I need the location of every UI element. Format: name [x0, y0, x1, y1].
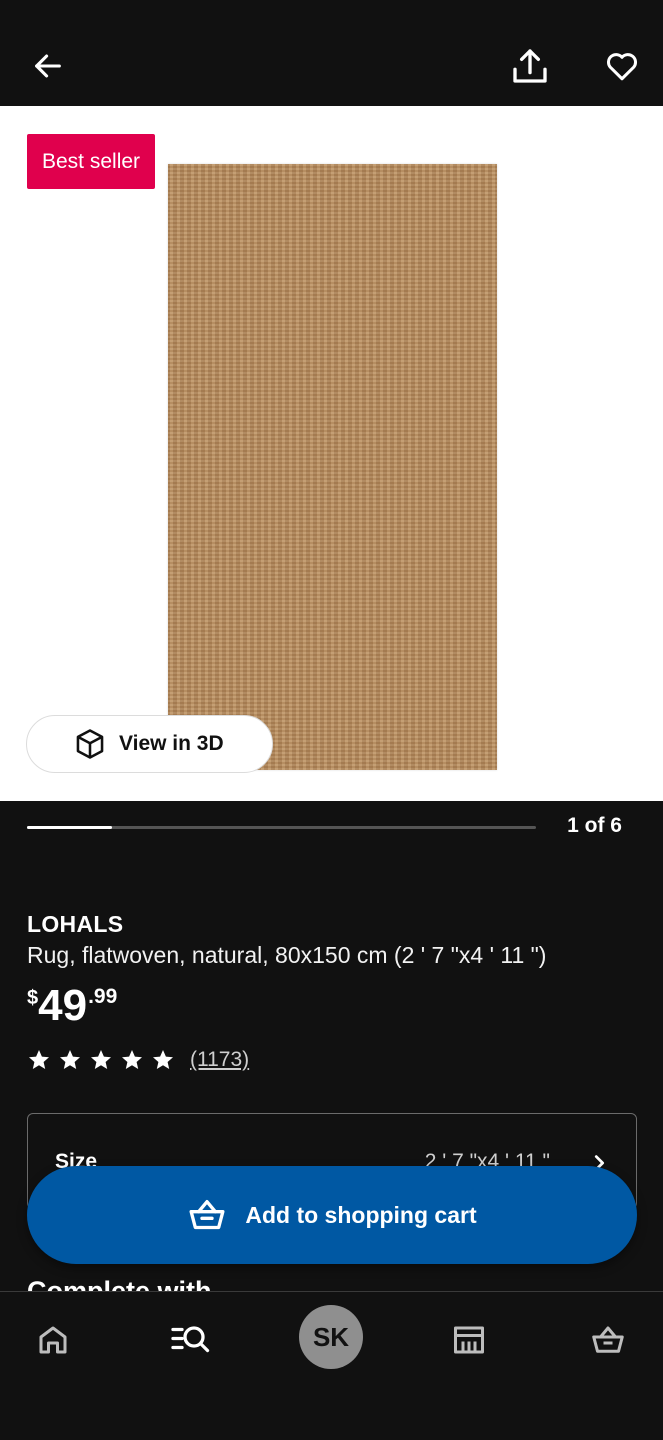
best-seller-badge: Best seller [27, 134, 156, 189]
nav-search[interactable] [161, 1310, 221, 1370]
nav-basket[interactable] [578, 1310, 638, 1370]
gallery-counter: 1 of 6 [567, 814, 622, 837]
price-decimal: .99 [88, 985, 118, 1008]
basket-icon [592, 1326, 624, 1353]
price-integer: 49 [38, 981, 88, 1030]
heart-outline-icon [607, 53, 637, 81]
add-to-cart-label: Add to shopping cart [245, 1201, 477, 1228]
star-icon [153, 1050, 173, 1069]
product-image-gallery[interactable]: Best seller View in 3D [0, 106, 663, 801]
star-icon [91, 1050, 111, 1069]
price-currency: $ [27, 987, 39, 1009]
share-button[interactable] [508, 44, 552, 88]
nav-store[interactable] [439, 1310, 499, 1370]
star-icon [60, 1050, 80, 1069]
store-icon [454, 1326, 484, 1354]
add-to-cart-button[interactable]: Add to shopping cart [27, 1166, 637, 1264]
search-list-icon [171, 1326, 210, 1353]
product-name: LOHALS [27, 911, 124, 937]
view-in-3d-label: View in 3D [119, 732, 224, 755]
product-description: Rug, flatwoven, natural, 80x150 cm (2 ' … [27, 942, 547, 968]
rating-stars [27, 1048, 175, 1072]
top-bar [0, 0, 663, 106]
gallery-progress-bar [27, 826, 536, 829]
star-icon [29, 1050, 49, 1069]
view-in-3d-button[interactable]: View in 3D [26, 715, 273, 773]
nav-home[interactable] [23, 1310, 83, 1370]
share-upload-icon [513, 49, 547, 83]
home-icon [39, 1326, 67, 1354]
arrow-left-icon [35, 54, 61, 78]
bottom-navigation: SK [0, 1291, 663, 1440]
star-icon [122, 1050, 142, 1069]
shopping-basket-icon [189, 1200, 225, 1230]
nav-profile-avatar[interactable]: SK [299, 1305, 363, 1369]
review-count-link[interactable]: (1173) [190, 1048, 249, 1072]
gallery-progress-fill [27, 826, 112, 829]
back-button[interactable] [26, 44, 70, 88]
product-rating[interactable]: (1173) [27, 1048, 249, 1072]
favourite-button[interactable] [600, 44, 644, 88]
product-image-rug [168, 164, 497, 770]
product-price: $ 49 .99 [27, 980, 117, 1032]
cube-3d-icon [76, 729, 104, 759]
